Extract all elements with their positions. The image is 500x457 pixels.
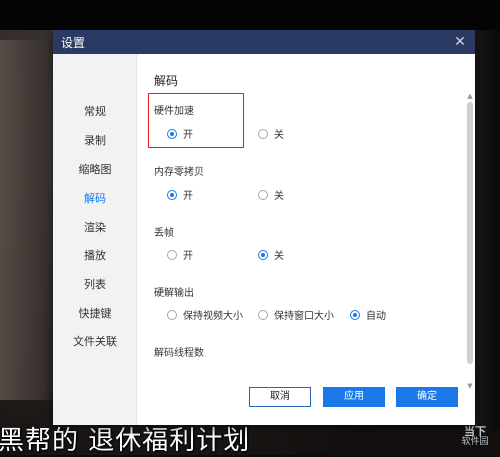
watermark-line1: 当下	[464, 425, 486, 438]
hw-accel-off-label: 关	[274, 130, 284, 141]
hw-output-window-size-radio[interactable]: 保持窗口大小	[258, 307, 334, 322]
hw-output-window-size-label: 保持窗口大小	[274, 311, 334, 322]
dialog-title: 设置	[61, 35, 86, 50]
settings-content: 解码 硬件加速 开 关 内存零拷贝 开 关 丢帧 开 关 硬解输出 保持视频大小…	[137, 54, 475, 425]
sidebar-item-general[interactable]: 常规	[53, 100, 137, 124]
sidebar-item-render[interactable]: 渲染	[53, 216, 137, 240]
dialog-titlebar: 设置 ✕	[53, 30, 475, 54]
drop-frames-on-label: 开	[183, 251, 193, 262]
radio-unchecked-icon	[167, 249, 177, 260]
settings-sidebar: 常规 录制 缩略图 解码 渲染 播放 列表 快捷键 文件关联	[53, 54, 137, 425]
sidebar-item-playlist[interactable]: 列表	[53, 273, 137, 297]
hw-accel-label: 硬件加速	[154, 106, 194, 117]
drop-frames-off-label: 关	[274, 251, 284, 262]
radio-unchecked-icon	[258, 189, 268, 200]
video-top-bar	[0, 0, 500, 30]
radio-unchecked-icon	[167, 309, 177, 320]
radio-unchecked-icon	[258, 309, 268, 320]
apply-button[interactable]: 应用	[323, 387, 385, 407]
settings-dialog: 设置 ✕ 常规 录制 缩略图 解码 渲染 播放 列表 快捷键 文件关联 解码 硬…	[53, 30, 475, 425]
radio-checked-icon	[167, 189, 177, 200]
radio-checked-icon	[167, 128, 177, 139]
sidebar-item-record[interactable]: 录制	[53, 129, 137, 153]
section-title: 解码	[154, 74, 179, 88]
drop-frames-label: 丢帧	[154, 228, 174, 239]
radio-checked-icon	[258, 249, 268, 260]
scroll-thumb[interactable]	[467, 102, 473, 364]
close-icon[interactable]: ✕	[451, 33, 469, 51]
hw-accel-on-label: 开	[183, 130, 193, 141]
zero-copy-off-radio[interactable]: 关	[258, 187, 284, 202]
drop-frames-on-radio[interactable]: 开	[167, 247, 193, 262]
hw-output-video-size-radio[interactable]: 保持视频大小	[167, 307, 243, 322]
zero-copy-on-label: 开	[183, 191, 193, 202]
scroll-up-icon[interactable]: ▲	[466, 92, 474, 100]
zero-copy-label: 内存零拷贝	[154, 167, 204, 178]
hw-output-auto-radio[interactable]: 自动	[350, 307, 386, 322]
cancel-button[interactable]: 取消	[249, 387, 311, 407]
hw-output-auto-label: 自动	[366, 311, 386, 322]
hw-accel-on-radio[interactable]: 开	[167, 126, 193, 141]
watermark-line2: 软件园	[461, 437, 489, 447]
content-scrollbar[interactable]: ▲ ▼	[466, 92, 474, 392]
ok-button[interactable]: 确定	[396, 387, 458, 407]
scroll-down-icon[interactable]: ▼	[466, 382, 474, 390]
hw-output-label: 硬解输出	[154, 288, 194, 299]
watermark-logo: 当下 软件园	[453, 423, 497, 451]
decode-threads-label: 解码线程数	[154, 348, 204, 359]
sidebar-item-file-assoc[interactable]: 文件关联	[53, 330, 137, 354]
sidebar-item-thumbnail[interactable]: 缩略图	[53, 158, 137, 182]
radio-checked-icon	[350, 309, 360, 320]
drop-frames-off-radio[interactable]: 关	[258, 247, 284, 262]
zero-copy-on-radio[interactable]: 开	[167, 187, 193, 202]
sidebar-item-playback[interactable]: 播放	[53, 244, 137, 268]
hw-accel-off-radio[interactable]: 关	[258, 126, 284, 141]
sidebar-item-hotkeys[interactable]: 快捷键	[53, 302, 137, 326]
zero-copy-off-label: 关	[274, 191, 284, 202]
video-subtitle: 黑帮的 退休福利计划	[0, 426, 251, 456]
hw-output-video-size-label: 保持视频大小	[183, 311, 243, 322]
video-scene-left	[0, 40, 60, 400]
sidebar-item-decode[interactable]: 解码	[53, 187, 137, 211]
radio-unchecked-icon	[258, 128, 268, 139]
